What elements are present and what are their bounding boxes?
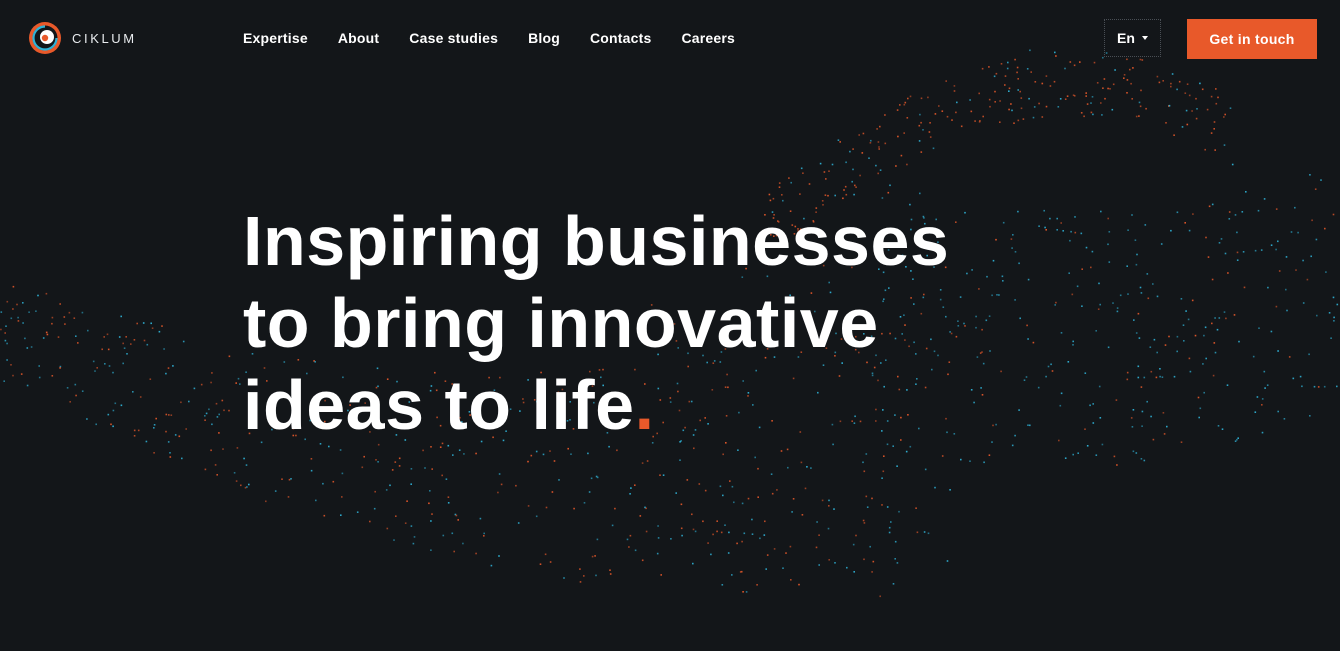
nav-item-expertise[interactable]: Expertise xyxy=(243,28,308,48)
site-header: CIKLUM Expertise About Case studies Blog… xyxy=(0,0,1340,78)
nav-item-case-studies[interactable]: Case studies xyxy=(409,28,498,48)
nav-item-contacts[interactable]: Contacts xyxy=(590,28,652,48)
logo[interactable]: CIKLUM xyxy=(28,20,137,56)
hero-line-2: to bring innovative xyxy=(243,284,879,362)
page: CIKLUM Expertise About Case studies Blog… xyxy=(0,0,1340,651)
hero-headline: Inspiring businesses to bring innovative… xyxy=(243,200,949,446)
get-in-touch-button[interactable]: Get in touch xyxy=(1187,19,1317,59)
nav-item-blog[interactable]: Blog xyxy=(528,28,560,48)
hero-line-1: Inspiring businesses xyxy=(243,202,950,280)
language-label: En xyxy=(1117,30,1135,46)
nav-item-careers[interactable]: Careers xyxy=(681,28,735,48)
hero-line-3: ideas to life xyxy=(243,366,635,444)
hero-line-3-wrap: ideas to life. xyxy=(243,364,949,446)
ciklum-logo-icon xyxy=(29,22,61,54)
logo-wordmark: CIKLUM xyxy=(72,30,137,46)
hero-accent-dot: . xyxy=(634,366,655,444)
main-nav: Expertise About Case studies Blog Contac… xyxy=(243,28,765,48)
nav-item-about[interactable]: About xyxy=(338,28,379,48)
language-selector[interactable]: En xyxy=(1104,19,1161,57)
chevron-down-icon xyxy=(1141,36,1148,40)
